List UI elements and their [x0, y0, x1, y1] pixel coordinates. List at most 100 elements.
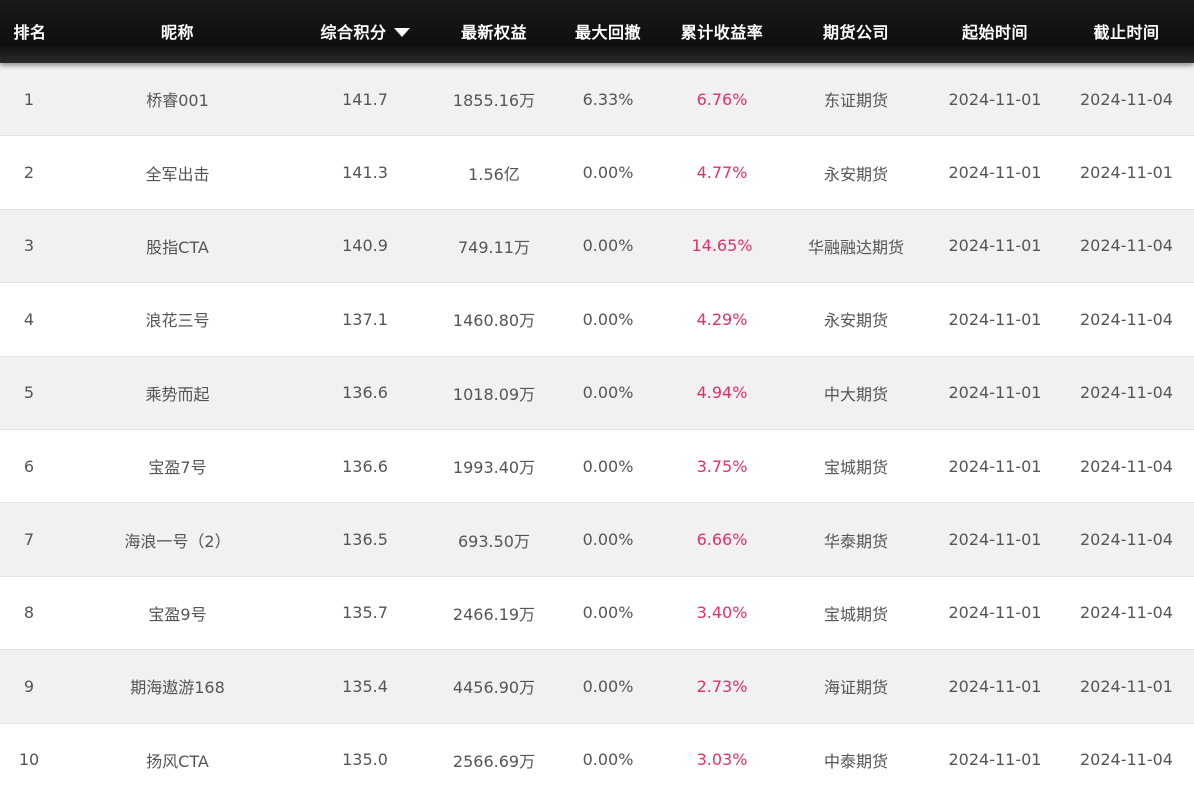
drawdown-cell: 0.00%	[582, 603, 634, 623]
drawdown-cell: 0.00%	[582, 163, 634, 183]
header-drawdown[interactable]: 最大回撤	[553, 19, 663, 45]
nickname-cell: 浪花三号	[145, 311, 210, 331]
end-date-cell: 2024-11-04	[1080, 456, 1173, 476]
table-row[interactable]: 10 扬风CTA 135.0 2566.69万 0.00% 3.03% 中泰期货 2024-1…	[0, 723, 1194, 794]
return-rate-cell: 4.77%	[696, 163, 748, 183]
header-end-date[interactable]: 截止时间	[1059, 19, 1194, 45]
rank-cell: 5	[23, 383, 35, 403]
header-start-date[interactable]: 起始时间	[931, 19, 1059, 45]
score-cell: 136.5	[342, 530, 388, 550]
table-row[interactable]: 5 乘势而起 136.6 1018.09万 0.00% 4.94% 中大期货 2024-11-…	[0, 356, 1194, 430]
table-body: 1 桥睿001 141.7 1855.16万 6.33% 6.76% 东证期货 2024-11…	[0, 63, 1194, 794]
nickname-cell: 全军出击	[145, 164, 210, 184]
header-rank[interactable]: 排名	[0, 19, 60, 45]
score-cell: 136.6	[342, 383, 388, 403]
end-date-cell: 2024-11-01	[1080, 676, 1173, 696]
company-cell: 华泰期货	[823, 531, 888, 551]
table-row[interactable]: 2 全军出击 141.3 1.56亿 0.00% 4.77% 永安期货 2024-11-01 2…	[0, 136, 1194, 210]
company-cell: 宝城期货	[823, 604, 888, 624]
start-date-cell: 2024-11-01	[948, 383, 1042, 403]
company-cell: 宝城期货	[823, 458, 888, 478]
end-date-cell: 2024-11-04	[1080, 530, 1173, 550]
equity-cell: 2466.19万	[452, 604, 536, 624]
header-company[interactable]: 期货公司	[781, 19, 931, 45]
drawdown-cell: 0.00%	[582, 676, 634, 696]
score-cell: 135.7	[342, 603, 388, 623]
rank-cell: 8	[23, 603, 35, 623]
end-date-cell: 2024-11-04	[1080, 309, 1173, 329]
return-rate-cell: 6.76%	[696, 89, 748, 109]
nickname-cell: 桥睿001	[146, 91, 209, 111]
start-date-cell: 2024-11-01	[948, 236, 1042, 256]
nickname-cell: 海浪一号（2）	[124, 531, 231, 551]
drawdown-cell: 0.00%	[582, 530, 634, 550]
score-cell: 135.0	[342, 750, 388, 770]
start-date-cell: 2024-11-01	[948, 676, 1042, 696]
end-date-cell: 2024-11-04	[1080, 89, 1173, 109]
header-return-rate[interactable]: 累计收益率	[663, 19, 781, 45]
start-date-cell: 2024-11-01	[948, 163, 1042, 183]
score-cell: 140.9	[342, 236, 388, 256]
drawdown-cell: 0.00%	[582, 456, 634, 476]
ranking-table: 排名 昵称 综合积分 最新权益 最大回撤 累计收益率 期货公司 起始时间 截止时…	[0, 0, 1194, 794]
rank-cell: 10	[18, 750, 40, 770]
drawdown-cell: 6.33%	[582, 89, 634, 109]
sort-descending-icon[interactable]	[393, 27, 410, 37]
table-header: 排名 昵称 综合积分 最新权益 最大回撤 累计收益率 期货公司 起始时间 截止时…	[0, 0, 1194, 63]
company-cell: 永安期货	[823, 311, 888, 331]
nickname-cell: 期海遨游168	[130, 678, 225, 698]
drawdown-cell: 0.00%	[582, 236, 634, 256]
start-date-cell: 2024-11-01	[948, 309, 1042, 329]
equity-cell: 1.56亿	[468, 164, 520, 184]
table-row[interactable]: 7 海浪一号（2） 136.5 693.50万 0.00% 6.66% 华泰期货 2024-1…	[0, 503, 1194, 577]
table-row[interactable]: 3 股指CTA 140.9 749.11万 0.00% 14.65% 华融融达期货 2024-…	[0, 209, 1194, 284]
end-date-cell: 2024-11-01	[1080, 163, 1173, 183]
return-rate-cell: 3.75%	[696, 456, 748, 476]
company-cell: 东证期货	[823, 91, 888, 111]
end-date-cell: 2024-11-04	[1080, 383, 1173, 403]
rank-cell: 6	[23, 456, 35, 476]
header-equity[interactable]: 最新权益	[435, 19, 553, 45]
drawdown-cell: 0.00%	[582, 750, 634, 770]
table-row[interactable]: 4 浪花三号 137.1 1460.80万 0.00% 4.29% 永安期货 2024-11-…	[0, 283, 1194, 357]
nickname-cell: 宝盈9号	[148, 604, 207, 624]
return-rate-cell: 2.73%	[696, 676, 748, 696]
company-cell: 海证期货	[823, 678, 888, 698]
end-date-cell: 2024-11-04	[1080, 603, 1173, 623]
start-date-cell: 2024-11-01	[948, 603, 1042, 623]
rank-cell: 2	[23, 163, 35, 183]
company-cell: 华融融达期货	[807, 237, 904, 257]
header-score-label: 综合积分	[320, 22, 387, 42]
rank-cell: 3	[23, 236, 35, 256]
return-rate-cell: 3.40%	[696, 603, 748, 623]
equity-cell: 1460.80万	[452, 311, 536, 331]
nickname-cell: 股指CTA	[146, 237, 209, 257]
header-nickname[interactable]: 昵称	[60, 19, 295, 45]
drawdown-cell: 0.00%	[582, 309, 634, 329]
equity-cell: 1855.16万	[452, 91, 536, 111]
return-rate-cell: 4.94%	[696, 383, 748, 403]
start-date-cell: 2024-11-01	[948, 750, 1042, 770]
table-row[interactable]: 9 期海遨游168 135.4 4456.90万 0.00% 2.73% 海证期货 2024-…	[0, 650, 1194, 724]
header-score[interactable]: 综合积分	[295, 19, 435, 45]
return-rate-cell: 4.29%	[696, 309, 748, 329]
drawdown-cell: 0.00%	[582, 383, 634, 403]
return-rate-cell: 6.66%	[696, 530, 748, 550]
rank-cell: 1	[23, 89, 35, 109]
company-cell: 永安期货	[823, 164, 888, 184]
end-date-cell: 2024-11-04	[1080, 236, 1173, 256]
start-date-cell: 2024-11-01	[948, 530, 1042, 550]
nickname-cell: 乘势而起	[145, 384, 210, 404]
score-cell: 141.3	[342, 163, 388, 183]
score-cell: 136.6	[342, 456, 388, 476]
end-date-cell: 2024-11-04	[1080, 750, 1173, 770]
start-date-cell: 2024-11-01	[948, 89, 1042, 109]
company-cell: 中大期货	[823, 384, 888, 404]
equity-cell: 749.11万	[458, 237, 530, 257]
table-row[interactable]: 8 宝盈9号 135.7 2466.19万 0.00% 3.40% 宝城期货 2024-11-…	[0, 576, 1194, 651]
score-cell: 135.4	[342, 676, 388, 696]
rank-cell: 9	[23, 676, 35, 696]
score-cell: 137.1	[342, 309, 388, 329]
table-row[interactable]: 1 桥睿001 141.7 1855.16万 6.33% 6.76% 东证期货 2024-11…	[0, 63, 1194, 137]
table-row[interactable]: 6 宝盈7号 136.6 1993.40万 0.00% 3.75% 宝城期货 2024-11-…	[0, 429, 1194, 504]
